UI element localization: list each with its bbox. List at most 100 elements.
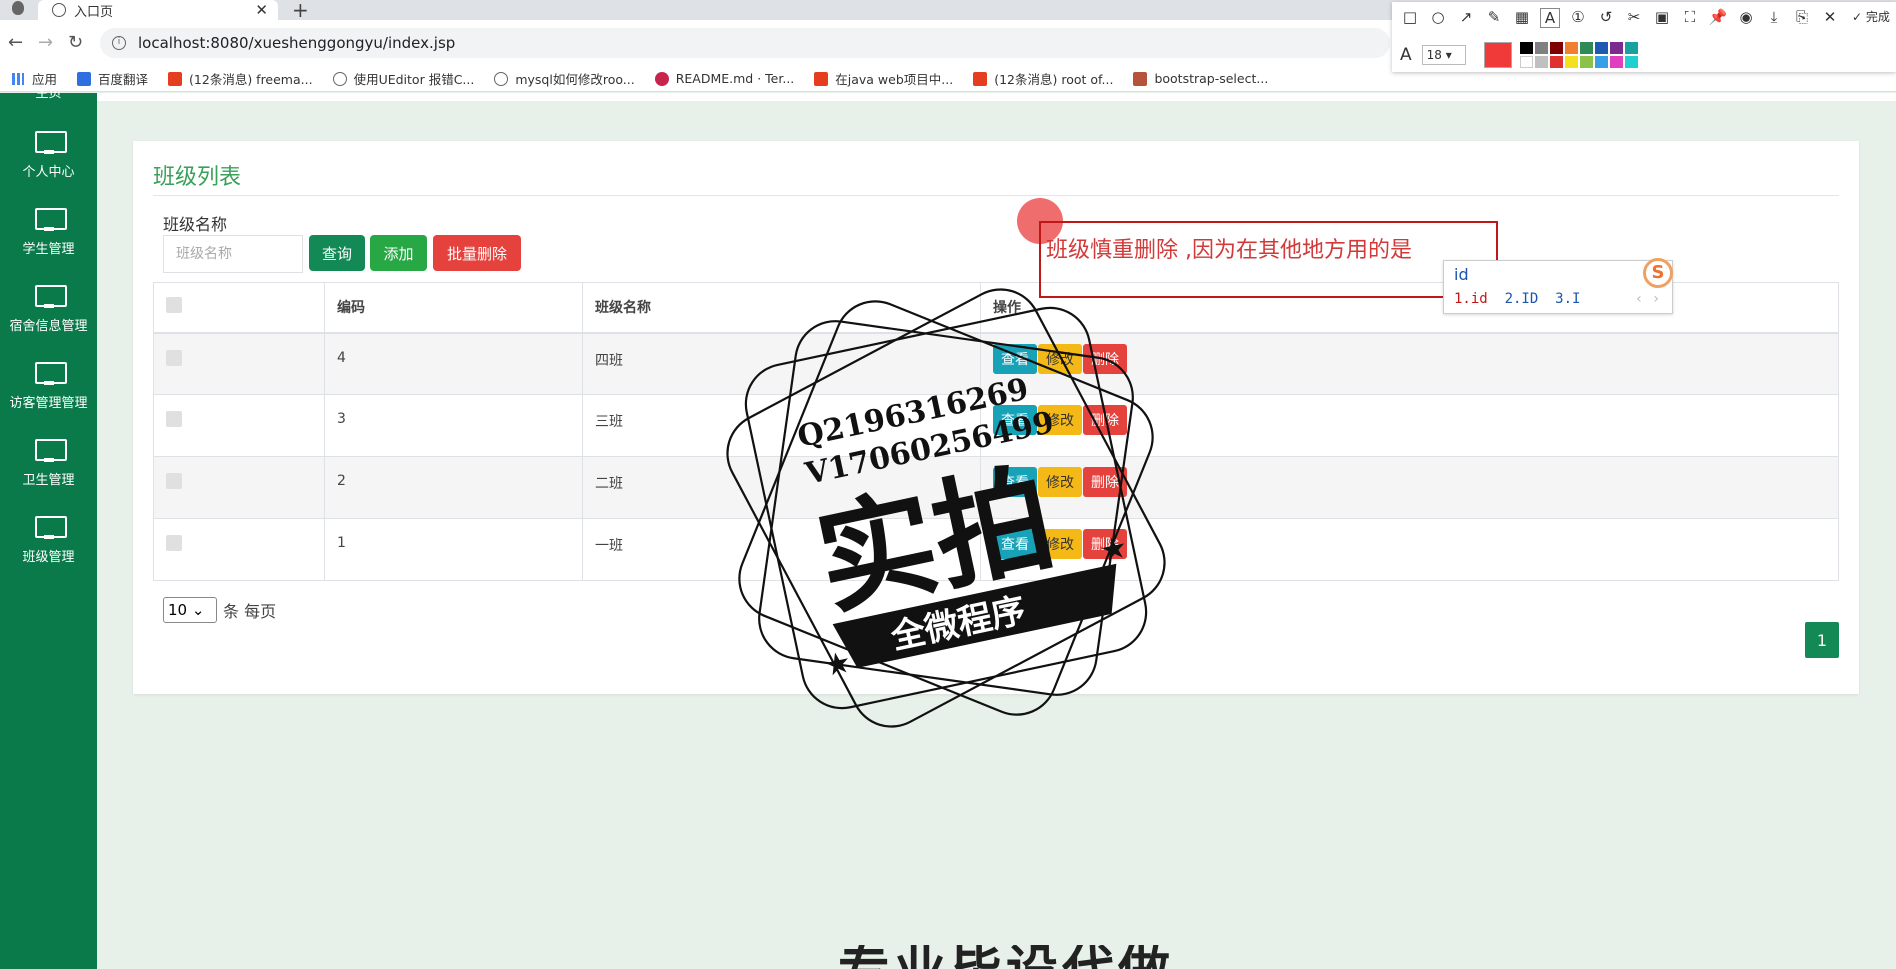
- color-swatch[interactable]: [1564, 56, 1578, 68]
- url-field[interactable]: i localhost:8080/xueshenggongyu/index.js…: [100, 28, 1390, 58]
- view-button[interactable]: 查看: [993, 467, 1037, 497]
- column-header-code: 编码: [324, 282, 583, 334]
- font-size-icon: A: [1400, 45, 1412, 65]
- download-icon[interactable]: ⤓: [1764, 8, 1784, 28]
- font-size-select[interactable]: 18 ▾: [1421, 45, 1466, 65]
- view-button[interactable]: 查看: [993, 343, 1037, 374]
- page-button-current[interactable]: 1: [1805, 622, 1839, 658]
- bookmark-item[interactable]: bootstrap-select...: [1133, 71, 1268, 86]
- text-tool-icon[interactable]: A: [1540, 8, 1560, 28]
- bookmark-item[interactable]: 百度翻译: [77, 69, 148, 88]
- color-swatch[interactable]: [1519, 56, 1533, 68]
- delete-button[interactable]: 删除: [1083, 467, 1127, 497]
- bookmark-item[interactable]: mysql如何修改roo...: [494, 69, 635, 88]
- color-swatch[interactable]: [1594, 42, 1608, 54]
- monitor-icon: [34, 208, 67, 231]
- bookmark-item[interactable]: 在java web项目中...: [814, 69, 953, 88]
- ime-candidate[interactable]: 2.ID: [1505, 291, 1539, 307]
- sidebar-item-hygiene[interactable]: 卫生管理: [0, 439, 97, 488]
- pin-icon[interactable]: 📌: [1708, 8, 1728, 28]
- new-tab-icon[interactable]: +: [292, 0, 309, 22]
- row-checkbox[interactable]: [166, 535, 182, 551]
- bookmark-item[interactable]: (12条消息) freema...: [168, 69, 313, 88]
- rectangle-tool-icon[interactable]: □: [1400, 8, 1420, 28]
- query-button[interactable]: 查询: [309, 235, 365, 271]
- tab-close-icon[interactable]: ✕: [255, 1, 268, 19]
- edit-button[interactable]: 修改: [1038, 467, 1082, 497]
- undo-icon[interactable]: ↺: [1596, 8, 1616, 28]
- bookmark-item[interactable]: 使用UEditor 报错C...: [332, 69, 474, 88]
- cancel-icon[interactable]: ✕: [1820, 8, 1840, 28]
- mosaic-tool-icon[interactable]: ▦: [1512, 8, 1532, 28]
- number-tool-icon[interactable]: ①: [1568, 8, 1588, 28]
- sidebar-item-visitor[interactable]: 访客管理管理: [0, 362, 97, 411]
- tab-title: 入口页: [74, 4, 114, 20]
- save-bookmark-icon[interactable]: ⎘: [1792, 8, 1812, 28]
- color-swatch[interactable]: [1534, 56, 1548, 68]
- info-icon[interactable]: i: [112, 36, 126, 50]
- sidebar-item-student[interactable]: 学生管理: [0, 208, 97, 257]
- color-swatch[interactable]: [1549, 56, 1563, 68]
- monitor-icon: [34, 285, 67, 308]
- edit-button[interactable]: 修改: [1038, 529, 1082, 559]
- sidebar-item-home[interactable]: 主页: [0, 91, 97, 101]
- edit-button[interactable]: 修改: [1038, 405, 1082, 435]
- row-checkbox[interactable]: [166, 349, 182, 366]
- sidebar-item-personal-center[interactable]: 个人中心: [0, 131, 97, 180]
- tool-icon[interactable]: ▣: [1652, 8, 1672, 28]
- arrow-tool-icon[interactable]: ↗: [1456, 8, 1476, 28]
- ime-candidate[interactable]: 3.I: [1555, 291, 1580, 307]
- color-swatch[interactable]: [1624, 42, 1638, 54]
- bookmark-item[interactable]: (12条消息) root of...: [973, 69, 1113, 88]
- color-swatch[interactable]: [1609, 42, 1623, 54]
- view-button[interactable]: 查看: [993, 405, 1037, 435]
- cell-name: 一班: [582, 518, 981, 581]
- color-swatch[interactable]: [1624, 56, 1638, 68]
- current-color-swatch[interactable]: [1483, 42, 1512, 68]
- table-row: 2 二班 查看 修改 删除: [153, 456, 1839, 519]
- monitor-icon: [34, 362, 67, 385]
- ime-candidate[interactable]: 1.id: [1454, 291, 1488, 307]
- site-icon: [494, 71, 509, 86]
- monitor-icon: [34, 516, 67, 539]
- color-swatch[interactable]: [1549, 42, 1563, 54]
- ime-page-arrows-icon[interactable]: ‹ ›: [1635, 291, 1660, 307]
- view-button[interactable]: 查看: [993, 529, 1037, 559]
- add-button[interactable]: 添加: [370, 235, 427, 271]
- finish-button[interactable]: ✓ 完成: [1852, 8, 1890, 28]
- back-icon[interactable]: ←: [8, 32, 23, 53]
- delete-button[interactable]: 删除: [1083, 405, 1127, 435]
- batch-delete-button[interactable]: 批量删除: [433, 235, 521, 271]
- record-icon[interactable]: ◉: [1736, 8, 1756, 28]
- sidebar-item-class[interactable]: 班级管理: [0, 516, 97, 565]
- row-checkbox[interactable]: [166, 473, 182, 489]
- color-swatch[interactable]: [1534, 42, 1548, 54]
- tool-icon[interactable]: ⛶: [1680, 8, 1700, 28]
- sidebar-item-dorm[interactable]: 宿舍信息管理: [0, 285, 97, 334]
- color-swatch[interactable]: [1564, 42, 1578, 54]
- page-size-select[interactable]: 10 ⌄: [163, 597, 217, 623]
- color-swatch[interactable]: [1579, 56, 1593, 68]
- forward-icon[interactable]: →: [38, 32, 53, 53]
- tool-icon[interactable]: ✂: [1624, 8, 1644, 28]
- class-name-input[interactable]: 班级名称: [163, 235, 303, 273]
- color-swatch[interactable]: [1579, 42, 1593, 54]
- sogou-ime-icon: S: [1643, 258, 1673, 288]
- select-all-checkbox[interactable]: [166, 297, 182, 314]
- color-swatch[interactable]: [1519, 42, 1533, 54]
- monitor-icon: [34, 439, 67, 462]
- pen-tool-icon[interactable]: ✎: [1484, 8, 1504, 28]
- ime-input-text: id: [1454, 265, 1469, 284]
- delete-button[interactable]: 删除: [1083, 343, 1127, 374]
- bookmark-item[interactable]: README.md · Ter...: [654, 71, 794, 86]
- delete-button[interactable]: 删除: [1083, 529, 1127, 559]
- reload-icon[interactable]: ↻: [68, 32, 83, 53]
- color-swatch[interactable]: [1594, 56, 1608, 68]
- edit-button[interactable]: 修改: [1038, 343, 1082, 374]
- color-swatch[interactable]: [1609, 56, 1623, 68]
- ellipse-tool-icon[interactable]: ○: [1428, 8, 1448, 28]
- bookmark-apps[interactable]: 应用: [12, 69, 57, 88]
- row-checkbox[interactable]: [166, 411, 182, 427]
- browser-tab[interactable]: 入口页 ✕: [38, 0, 278, 20]
- table-row: 4 四班 查看 修改 删除: [153, 332, 1839, 395]
